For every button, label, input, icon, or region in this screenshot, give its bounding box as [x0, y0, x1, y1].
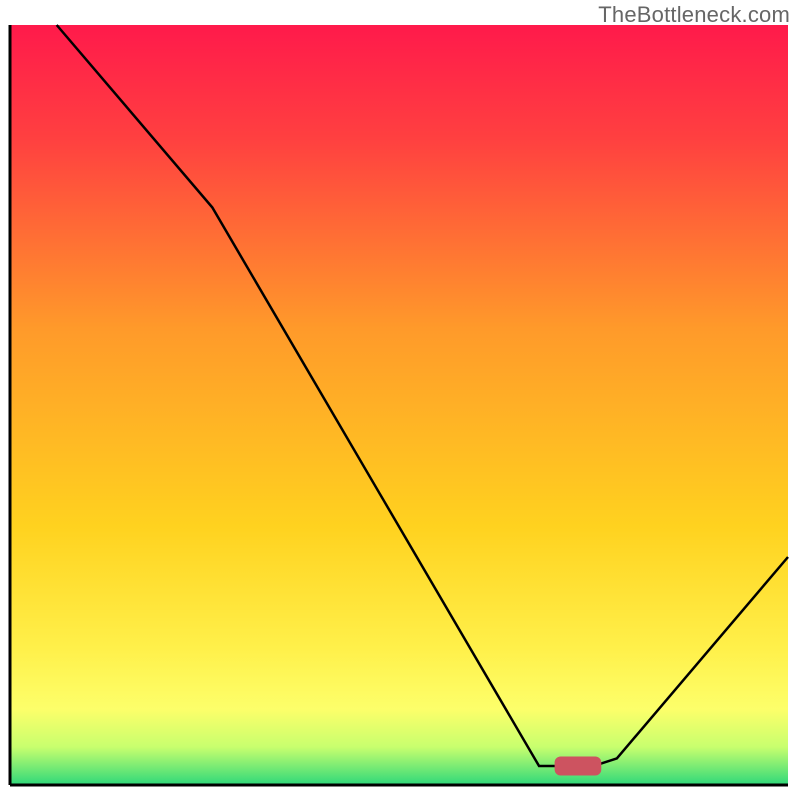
bottleneck-chart	[0, 0, 800, 800]
optimal-marker	[555, 757, 602, 776]
watermark-text: TheBottleneck.com	[598, 2, 790, 28]
heatmap-background	[10, 25, 788, 785]
